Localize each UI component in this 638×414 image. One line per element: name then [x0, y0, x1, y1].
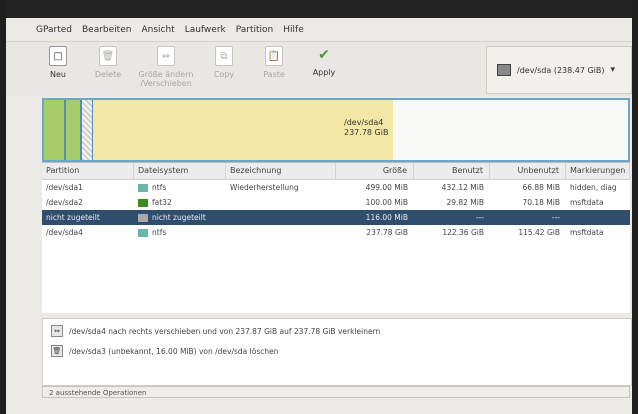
- cell-flags: msftdata: [570, 198, 604, 207]
- resize-move-button[interactable]: ⇔ Größe ändern /Verschieben: [136, 42, 196, 88]
- copy-button[interactable]: ⧉ Copy: [202, 42, 246, 79]
- resize-move-label: Größe ändern /Verschieben: [138, 70, 194, 88]
- col-benutzt[interactable]: Benutzt: [414, 163, 490, 179]
- cell-size: 100.00 MiB: [365, 198, 408, 207]
- table-row[interactable]: /dev/sda4 ntfs 237.78 GiB 122.36 GiB 115…: [42, 225, 630, 240]
- cell-size: 116.00 MiB: [365, 213, 408, 222]
- cell-partition: nicht zugeteilt: [46, 213, 100, 222]
- menu-hilfe[interactable]: Hilfe: [283, 25, 303, 35]
- copy-icon: ⧉: [215, 46, 233, 66]
- fs-color-swatch: [138, 184, 148, 192]
- device-selector[interactable]: /dev/sda (238.47 GiB) ▾: [486, 46, 632, 94]
- check-icon: ✔: [318, 47, 330, 63]
- cell-size: 499.00 MiB: [365, 183, 408, 192]
- cell-flags: hidden, diag: [570, 183, 617, 192]
- operation-text: /dev/sda3 (unbekannt, 16.00 MiB) von /de…: [69, 346, 279, 356]
- cell-fs: fat32: [134, 198, 226, 207]
- col-groesse[interactable]: Größe: [336, 163, 414, 179]
- operation-item[interactable]: ⇔ /dev/sda4 nach rechts verschieben und …: [51, 323, 631, 339]
- new-button-label: Neu: [50, 70, 66, 79]
- cell-partition: /dev/sda1: [46, 183, 83, 192]
- fs-color-swatch: [138, 199, 148, 207]
- col-dateisystem[interactable]: Dateisystem: [134, 163, 226, 179]
- cell-fs: ntfs: [134, 228, 226, 237]
- trash-icon: 🗑: [51, 345, 63, 357]
- gparted-window: GParted Bearbeiten Ansicht Laufwerk Part…: [6, 0, 632, 414]
- copy-button-label: Copy: [213, 70, 235, 79]
- device-label: /dev/sda (238.47 GiB): [517, 65, 605, 75]
- resize-icon: ⇔: [157, 46, 175, 66]
- disk-map-label: /dev/sda4 237.78 GiB: [344, 118, 464, 138]
- apply-button-label: Apply: [312, 68, 336, 77]
- menu-bearbeiten[interactable]: Bearbeiten: [82, 25, 131, 35]
- cell-unused: ---: [551, 213, 560, 222]
- new-doc-icon: □: [49, 46, 67, 66]
- menu-ansicht[interactable]: Ansicht: [141, 25, 174, 35]
- resize-icon: ⇔: [51, 325, 63, 337]
- disk-map-label-size: 237.78 GiB: [344, 128, 389, 137]
- cell-unused: 66.88 MiB: [522, 183, 560, 192]
- cell-used: 432.12 MiB: [441, 183, 484, 192]
- cell-fs-text: fat32: [152, 198, 172, 207]
- apply-button[interactable]: ✔ Apply: [302, 42, 346, 77]
- fs-color-swatch: [138, 229, 148, 237]
- disk-map-unallocated[interactable]: [82, 100, 93, 160]
- col-unbenutzt[interactable]: Unbenutzt: [490, 163, 566, 179]
- cell-fs-text: ntfs: [152, 183, 167, 192]
- col-bezeichnung[interactable]: Bezeichnung: [226, 163, 336, 179]
- new-button[interactable]: □ Neu: [36, 42, 80, 79]
- fs-color-swatch: [138, 214, 148, 222]
- operation-item[interactable]: 🗑 /dev/sda3 (unbekannt, 16.00 MiB) von /…: [51, 343, 631, 359]
- menu-gparted[interactable]: GParted: [36, 25, 72, 35]
- cell-used: 122.36 GiB: [442, 228, 484, 237]
- disk-map-label-name: /dev/sda4: [344, 118, 384, 127]
- chevron-down-icon: ▾: [610, 65, 616, 75]
- cell-unused: 115.42 GiB: [518, 228, 560, 237]
- cell-partition: /dev/sda4: [46, 228, 83, 237]
- cell-used: 29.82 MiB: [446, 198, 484, 207]
- paste-icon: 📋: [265, 46, 283, 66]
- pending-operations-list: ⇔ /dev/sda4 nach rechts verschieben und …: [42, 318, 632, 386]
- status-bar: 2 ausstehende Operationen: [42, 386, 630, 398]
- paste-button[interactable]: 📋 Paste: [252, 42, 296, 79]
- table-header: Partition Dateisystem Bezeichnung Größe …: [42, 163, 630, 180]
- cell-label: Wiederherstellung: [230, 183, 299, 192]
- cell-flags: msftdata: [570, 228, 604, 237]
- cell-used: ---: [475, 213, 484, 222]
- menu-laufwerk[interactable]: Laufwerk: [185, 25, 226, 35]
- col-markierungen[interactable]: Markierungen: [566, 163, 630, 179]
- window-top-bar: [6, 0, 632, 18]
- delete-button-label: Delete: [94, 70, 122, 79]
- operation-text: /dev/sda4 nach rechts verschieben und vo…: [69, 326, 381, 336]
- cell-size: 237.78 GiB: [366, 228, 408, 237]
- delete-button[interactable]: 🗑 Delete: [86, 42, 130, 79]
- disk-map[interactable]: /dev/sda4 237.78 GiB: [42, 98, 630, 162]
- cell-partition: /dev/sda2: [46, 198, 83, 207]
- table-row-selected[interactable]: nicht zugeteilt nicht zugeteilt 116.00 M…: [42, 210, 630, 225]
- cell-fs-text: nicht zugeteilt: [152, 213, 206, 222]
- disk-map-sda1[interactable]: [44, 100, 66, 160]
- disk-map-sda2[interactable]: [66, 100, 82, 160]
- table-row[interactable]: /dev/sda2 fat32 100.00 MiB 29.82 MiB 70.…: [42, 195, 630, 210]
- menu-partition[interactable]: Partition: [236, 25, 274, 35]
- harddisk-icon: [497, 64, 511, 76]
- trash-icon: 🗑: [99, 46, 117, 66]
- cell-unused: 70.18 MiB: [522, 198, 560, 207]
- table-row[interactable]: /dev/sda1 ntfs Wiederherstellung 499.00 …: [42, 180, 630, 195]
- partition-table: Partition Dateisystem Bezeichnung Größe …: [42, 162, 630, 313]
- col-partition[interactable]: Partition: [42, 163, 134, 179]
- cell-fs: nicht zugeteilt: [134, 213, 226, 222]
- cell-fs-text: ntfs: [152, 228, 167, 237]
- menu-bar: GParted Bearbeiten Ansicht Laufwerk Part…: [6, 18, 632, 42]
- paste-button-label: Paste: [263, 70, 285, 79]
- cell-fs: ntfs: [134, 183, 226, 192]
